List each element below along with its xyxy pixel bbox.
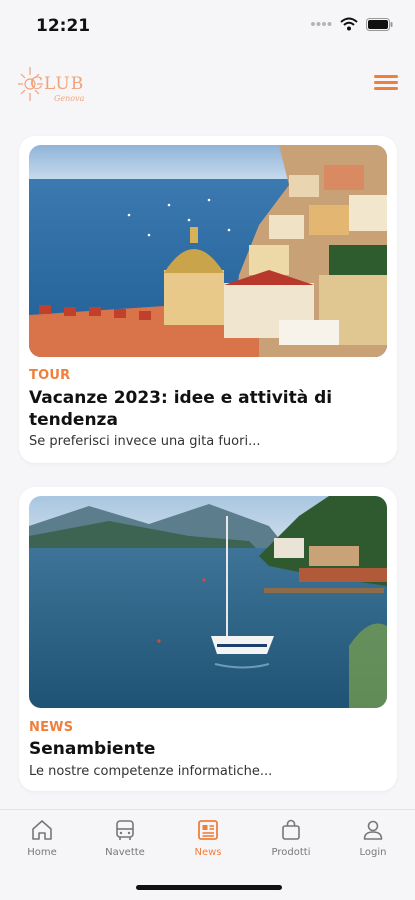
- status-bar: 12:21: [0, 0, 415, 52]
- article-card[interactable]: NEWS Senambiente Le nostre competenze in…: [19, 487, 397, 791]
- tab-label: Prodotti: [271, 847, 311, 858]
- tab-navette[interactable]: Navette: [90, 818, 160, 868]
- logo-subtext: Genova: [54, 94, 85, 103]
- menu-line: [374, 87, 398, 90]
- hamburger-menu-icon[interactable]: [371, 72, 401, 96]
- card-excerpt: Se preferisci invece una gita fuori...: [29, 434, 261, 449]
- club-logo[interactable]: CLUB Genova: [16, 60, 90, 108]
- tab-prodotti[interactable]: Prodotti: [256, 818, 326, 868]
- tab-label: News: [194, 847, 222, 858]
- home-indicator: [136, 885, 282, 890]
- card-category: NEWS: [29, 720, 74, 735]
- status-icons: [310, 17, 393, 31]
- menu-line: [374, 81, 398, 84]
- news-icon: [198, 820, 218, 840]
- article-image-lake: [29, 496, 387, 708]
- tab-home[interactable]: Home: [7, 818, 77, 868]
- bus-icon: [116, 820, 134, 840]
- user-icon: [363, 820, 383, 840]
- card-title: Vacanze 2023: idee e attività di tendenz…: [29, 388, 333, 430]
- tab-login[interactable]: Login: [338, 818, 408, 868]
- menu-line: [374, 75, 398, 78]
- tab-label: Navette: [105, 847, 145, 858]
- tab-news[interactable]: News: [173, 818, 243, 868]
- tab-label: Home: [27, 847, 57, 858]
- card-category: TOUR: [29, 368, 71, 383]
- wifi-icon: [340, 17, 358, 31]
- home-icon: [32, 820, 52, 840]
- card-title: Senambiente: [29, 739, 156, 759]
- article-card[interactable]: TOUR Vacanze 2023: idee e attività di te…: [19, 136, 397, 463]
- signal-dots-icon: [311, 22, 332, 26]
- app-header: CLUB Genova: [0, 52, 415, 122]
- card-excerpt: Le nostre competenze informatiche...: [29, 764, 273, 779]
- bag-icon: [282, 819, 300, 840]
- logo-text: CLUB: [30, 74, 85, 94]
- battery-icon: [366, 17, 393, 31]
- tab-label: Login: [359, 847, 387, 858]
- status-time: 12:21: [36, 16, 91, 36]
- article-image-positano: [29, 145, 387, 357]
